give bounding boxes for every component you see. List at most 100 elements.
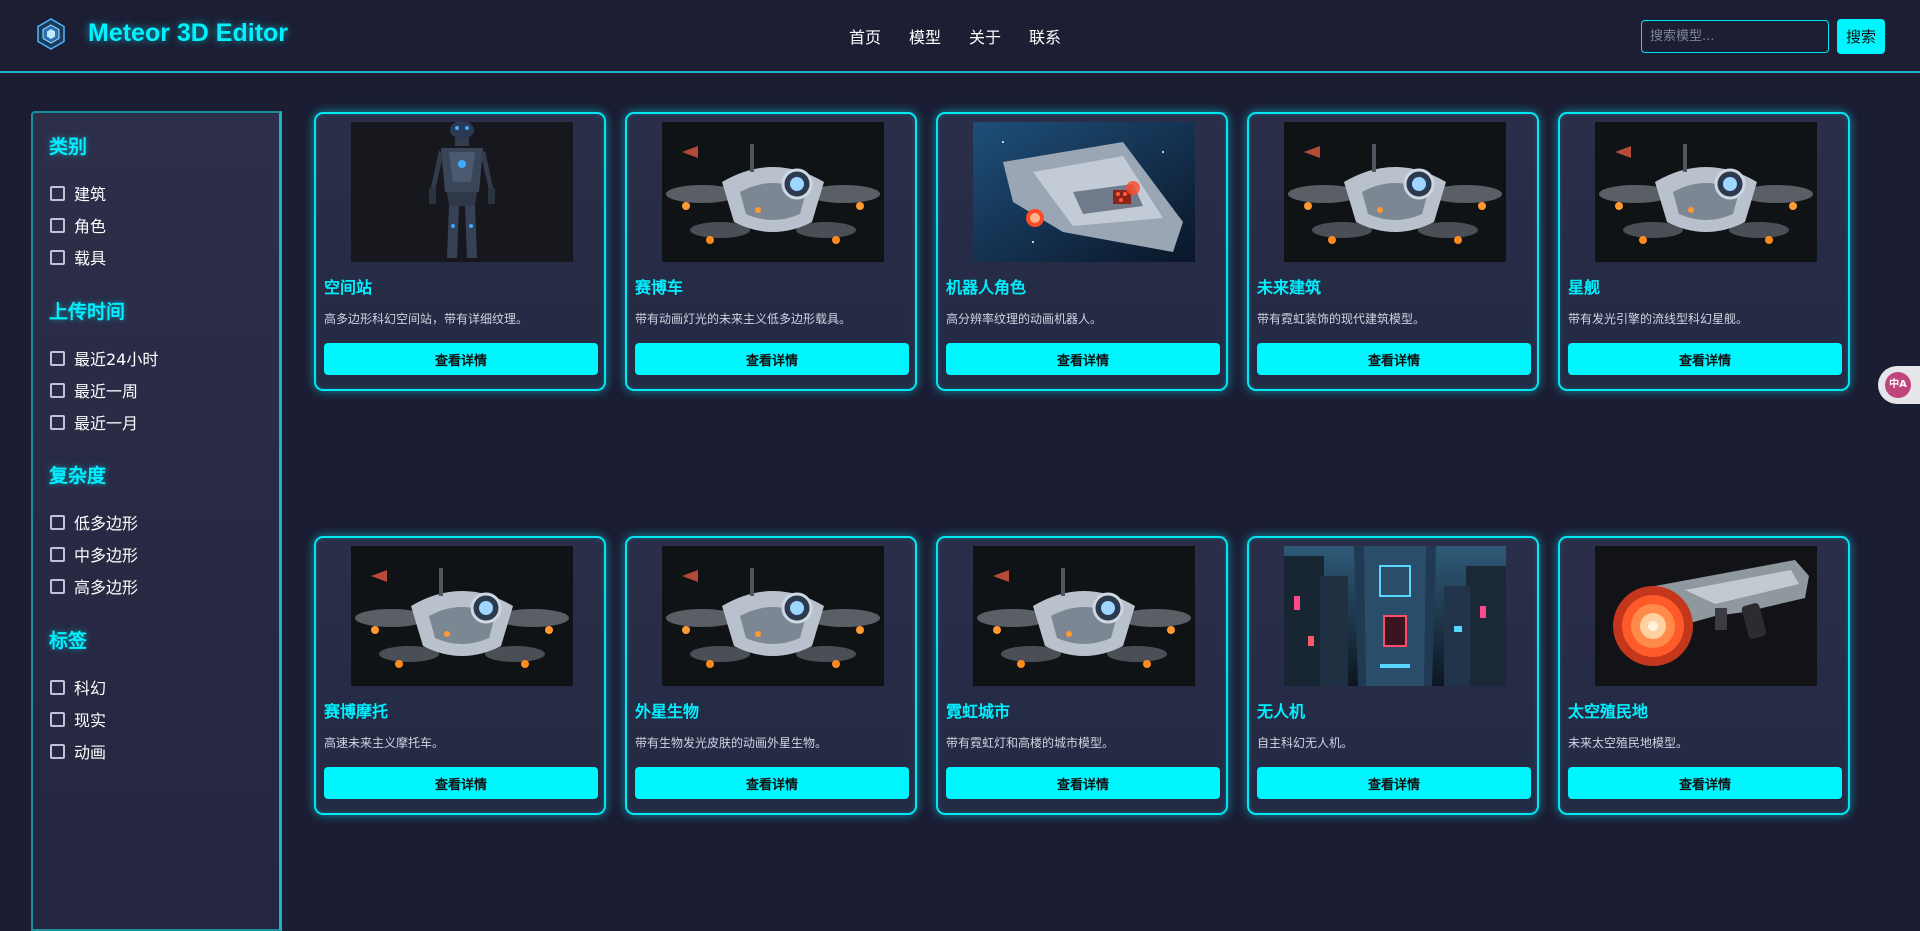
- card-title: 未来建筑: [1257, 278, 1322, 297]
- checkbox[interactable]: [50, 546, 65, 562]
- filter-group-category: 类别 建筑 角色 载具: [49, 132, 106, 273]
- checkbox[interactable]: [50, 414, 65, 430]
- card-title: 霓虹城市: [946, 702, 1011, 721]
- model-card: 空间站 高多边形科幻空间站，带有详细纹理。 查看详情: [314, 112, 606, 391]
- view-details-button[interactable]: 查看详情: [1257, 767, 1531, 799]
- cube-logo-icon[interactable]: [34, 17, 68, 51]
- search-input[interactable]: [1641, 20, 1829, 53]
- filter-option-high-poly[interactable]: 高多边形: [49, 570, 138, 602]
- card-description: 带有霓虹灯和高楼的城市模型。: [946, 736, 1115, 750]
- filter-option-realistic[interactable]: 现实: [49, 703, 106, 735]
- model-thumbnail[interactable]: [1595, 546, 1817, 686]
- model-card: 霓虹城市 带有霓虹灯和高楼的城市模型。 查看详情: [936, 536, 1228, 815]
- view-details-button[interactable]: 查看详情: [1257, 343, 1531, 375]
- app-title[interactable]: Meteor 3D Editor: [88, 19, 288, 48]
- model-thumbnail[interactable]: [973, 122, 1195, 262]
- option-label: 最近24小时: [74, 350, 159, 369]
- checkbox[interactable]: [50, 679, 65, 695]
- view-details-button[interactable]: 查看详情: [635, 343, 909, 375]
- model-thumbnail[interactable]: [973, 546, 1195, 686]
- filter-option-vehicle[interactable]: 载具: [49, 241, 106, 273]
- model-card: 无人机 自主科幻无人机。 查看详情: [1247, 536, 1539, 815]
- card-title: 外星生物: [635, 702, 700, 721]
- model-thumbnail[interactable]: [1284, 122, 1506, 262]
- option-label: 最近一月: [74, 414, 139, 433]
- translate-icon[interactable]: 中A: [1885, 372, 1911, 398]
- model-thumbnail[interactable]: [1284, 546, 1506, 686]
- checkbox[interactable]: [50, 185, 65, 201]
- view-details-button[interactable]: 查看详情: [1568, 767, 1842, 799]
- checkbox[interactable]: [50, 578, 65, 594]
- model-thumbnail[interactable]: [1595, 122, 1817, 262]
- filter-title: 上传时间: [49, 301, 126, 323]
- model-card: 赛博摩托 高速未来主义摩托车。 查看详情: [314, 536, 606, 815]
- view-details-button[interactable]: 查看详情: [324, 343, 598, 375]
- model-thumbnail[interactable]: [662, 122, 884, 262]
- option-label: 现实: [74, 711, 107, 730]
- filter-option-mid-poly[interactable]: 中多边形: [49, 538, 138, 570]
- search-button[interactable]: 搜索: [1837, 19, 1885, 54]
- nav-home[interactable]: 首页: [849, 24, 881, 48]
- model-thumbnail[interactable]: [351, 122, 573, 262]
- checkbox[interactable]: [50, 743, 65, 759]
- filter-option-building[interactable]: 建筑: [49, 177, 106, 209]
- nav-models[interactable]: 模型: [909, 24, 941, 48]
- filter-option-low-poly[interactable]: 低多边形: [49, 506, 138, 538]
- checkbox[interactable]: [50, 249, 65, 265]
- card-title: 空间站: [324, 278, 373, 297]
- filter-option-scifi[interactable]: 科幻: [49, 671, 106, 703]
- view-details-button[interactable]: 查看详情: [1568, 343, 1842, 375]
- view-details-button[interactable]: 查看详情: [946, 767, 1220, 799]
- model-card: 赛博车 带有动画灯光的未来主义低多边形载具。 查看详情: [625, 112, 917, 391]
- view-details-button[interactable]: 查看详情: [635, 767, 909, 799]
- card-description: 高速未来主义摩托车。: [324, 736, 445, 750]
- card-description: 带有生物发光皮肤的动画外星生物。: [635, 736, 828, 750]
- option-label: 科幻: [74, 679, 107, 698]
- card-description: 带有发光引擎的流线型科幻星舰。: [1568, 312, 1749, 326]
- filter-group-complexity: 复杂度 低多边形 中多边形 高多边形: [49, 461, 138, 602]
- card-description: 带有霓虹装饰的现代建筑模型。: [1257, 312, 1426, 326]
- checkbox[interactable]: [50, 350, 65, 366]
- option-label: 中多边形: [74, 546, 139, 565]
- filter-option-character[interactable]: 角色: [49, 209, 106, 241]
- card-title: 星舰: [1568, 278, 1601, 297]
- filter-title: 类别: [49, 136, 88, 158]
- card-title: 赛博车: [635, 278, 684, 297]
- card-title: 赛博摩托: [324, 702, 389, 721]
- card-description: 未来太空殖民地模型。: [1568, 736, 1689, 750]
- card-description: 自主科幻无人机。: [1257, 736, 1354, 750]
- view-details-button[interactable]: 查看详情: [946, 343, 1220, 375]
- option-label: 建筑: [74, 185, 107, 204]
- nav-contact[interactable]: 联系: [1029, 24, 1061, 48]
- filter-option-animated[interactable]: 动画: [49, 735, 106, 767]
- option-label: 低多边形: [74, 514, 139, 533]
- checkbox[interactable]: [50, 217, 65, 233]
- model-card: 外星生物 带有生物发光皮肤的动画外星生物。 查看详情: [625, 536, 917, 815]
- filter-option-24h[interactable]: 最近24小时: [49, 342, 158, 374]
- card-title: 太空殖民地: [1568, 702, 1649, 721]
- checkbox[interactable]: [50, 382, 65, 398]
- filter-group-tags: 标签 科幻 现实 动画: [49, 626, 106, 767]
- card-description: 带有动画灯光的未来主义低多边形载具。: [635, 312, 852, 326]
- checkbox[interactable]: [50, 514, 65, 530]
- model-card: 太空殖民地 未来太空殖民地模型。 查看详情: [1558, 536, 1850, 815]
- option-label: 高多边形: [74, 578, 139, 597]
- card-title: 机器人角色: [946, 278, 1027, 297]
- model-card: 未来建筑 带有霓虹装饰的现代建筑模型。 查看详情: [1247, 112, 1539, 391]
- checkbox[interactable]: [50, 711, 65, 727]
- model-card: 机器人角色 高分辨率纹理的动画机器人。 查看详情: [936, 112, 1228, 391]
- filter-option-week[interactable]: 最近一周: [49, 374, 158, 406]
- model-thumbnail[interactable]: [662, 546, 884, 686]
- option-label: 角色: [74, 217, 107, 236]
- nav-about[interactable]: 关于: [969, 24, 1001, 48]
- model-thumbnail[interactable]: [351, 546, 573, 686]
- option-label: 动画: [74, 743, 107, 762]
- filter-option-month[interactable]: 最近一月: [49, 406, 158, 438]
- option-label: 载具: [74, 249, 107, 268]
- filter-title: 标签: [49, 630, 88, 652]
- translate-widget[interactable]: 中A: [1878, 366, 1920, 404]
- option-label: 最近一周: [74, 382, 139, 401]
- card-description: 高分辨率纹理的动画机器人。: [946, 312, 1103, 326]
- view-details-button[interactable]: 查看详情: [324, 767, 598, 799]
- filter-sidebar: 类别 建筑 角色 载具 上传时间 最近24小时 最近一周 最近一月 复杂度 低多…: [31, 111, 282, 931]
